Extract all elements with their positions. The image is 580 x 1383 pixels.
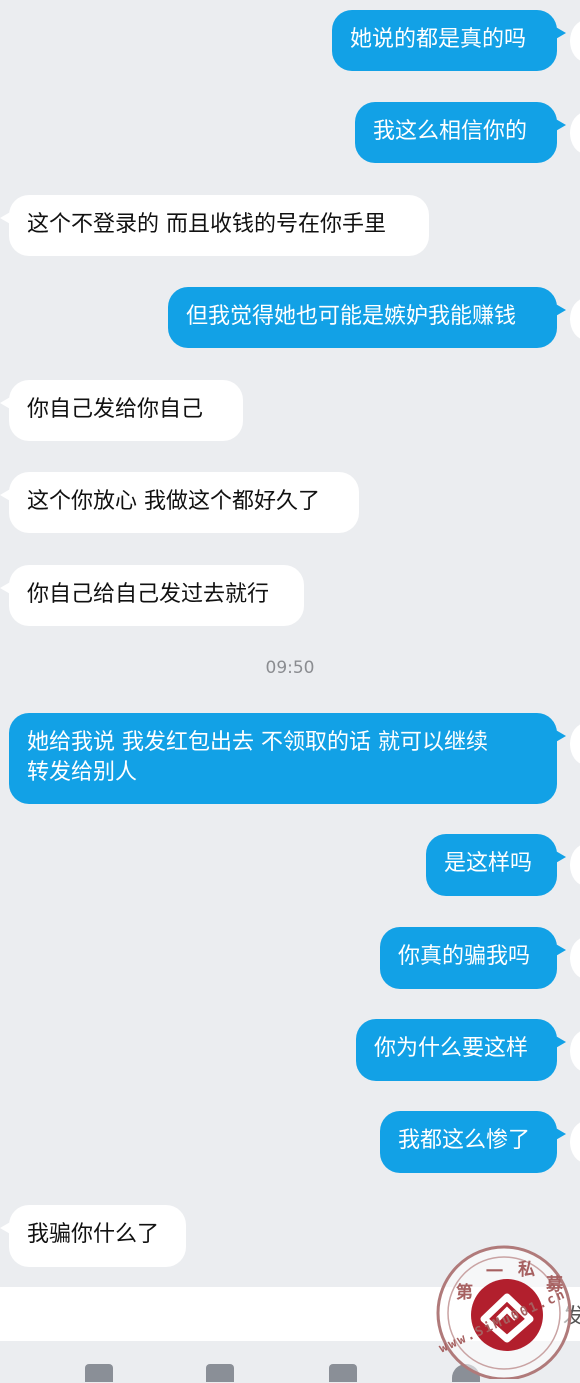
message-text: 这个你放心 我做这个都好久了 xyxy=(27,489,320,514)
avatar[interactable] xyxy=(570,844,580,886)
watermark-char: 私 xyxy=(518,1260,535,1280)
avatar[interactable] xyxy=(570,1030,580,1072)
watermark-char: 一 xyxy=(486,1262,503,1282)
message-text: 你自己发给你自己 xyxy=(27,397,204,422)
sent-message-bubble[interactable]: 是这样吗 xyxy=(426,834,566,896)
message-text: 这个不登录的 而且收钱的号在你手里 xyxy=(27,212,386,237)
received-message-bubble[interactable]: 这个不登录的 而且收钱的号在你手里 xyxy=(0,195,429,256)
message-text: 是这样吗 xyxy=(444,851,533,876)
message-text: 我都这么惨了 xyxy=(398,1128,531,1153)
avatar[interactable] xyxy=(570,298,580,340)
message-text-line: 她给我说 我发红包出去 不领取的话 就可以继续 xyxy=(27,730,488,755)
sent-message-bubble[interactable]: 她说的都是真的吗 xyxy=(332,10,566,71)
message-text: 你真的骗我吗 xyxy=(398,944,531,969)
received-message-bubble[interactable]: 这个你放心 我做这个都好久了 xyxy=(0,472,359,533)
message-text-line: 转发给别人 xyxy=(27,760,138,785)
red-packet-icon[interactable] xyxy=(329,1364,357,1382)
avatar[interactable] xyxy=(570,1121,580,1163)
message-timestamp: 09:50 xyxy=(265,658,315,678)
sent-message-bubble[interactable]: 她给我说 我发红包出去 不领取的话 就可以继续 转发给别人 xyxy=(9,713,566,804)
avatar[interactable] xyxy=(570,937,580,979)
sent-message-bubble[interactable]: 你为什么要这样 xyxy=(356,1019,566,1081)
sent-message-bubble[interactable]: 你真的骗我吗 xyxy=(380,927,566,989)
sent-message-bubble[interactable]: 我都这么惨了 xyxy=(380,1111,566,1173)
message-text: 你自己给自己发过去就行 xyxy=(27,582,270,607)
message-text: 我这么相信你的 xyxy=(373,119,528,144)
avatar[interactable] xyxy=(570,20,580,62)
received-message-bubble[interactable]: 你自己发给你自己 xyxy=(0,380,243,441)
message-text: 但我觉得她也可能是嫉妒我能赚钱 xyxy=(186,304,517,329)
watermark-seal xyxy=(436,1245,572,1381)
avatar[interactable] xyxy=(570,723,580,765)
sent-message-bubble[interactable]: 我这么相信你的 xyxy=(355,102,566,163)
watermark-logo: 第 一 私 募 www.SiMu001.cn xyxy=(432,1241,576,1381)
avatar[interactable] xyxy=(570,112,580,154)
received-message-bubble[interactable]: 我骗你什么了 xyxy=(0,1205,186,1267)
watermark-char: 第 xyxy=(456,1283,473,1303)
received-message-bubble[interactable]: 你自己给自己发过去就行 xyxy=(0,565,304,626)
message-text: 她说的都是真的吗 xyxy=(350,27,527,52)
image-icon[interactable] xyxy=(85,1364,113,1382)
message-text: 你为什么要这样 xyxy=(374,1036,529,1061)
sent-message-bubble[interactable]: 但我觉得她也可能是嫉妒我能赚钱 xyxy=(168,287,566,348)
camera-icon[interactable] xyxy=(206,1364,234,1382)
message-text: 我骗你什么了 xyxy=(27,1222,160,1247)
